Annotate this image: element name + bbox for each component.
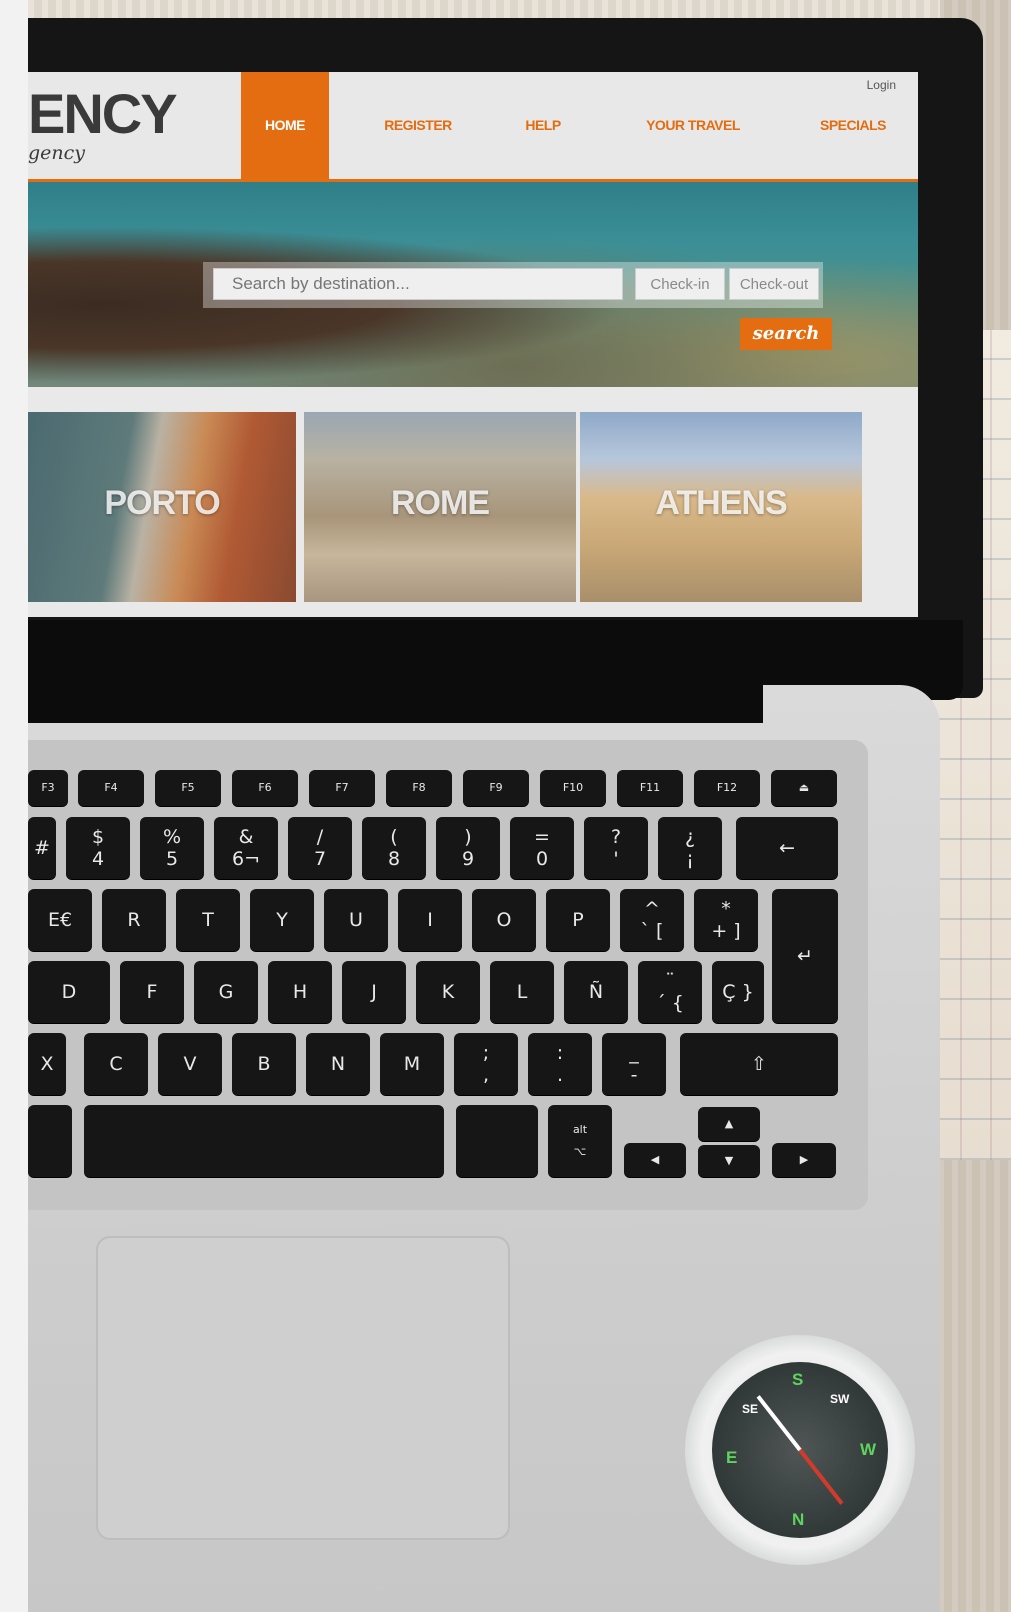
key-letter[interactable]: ^ ` [: [620, 889, 684, 951]
key-f8[interactable]: F8: [386, 770, 452, 806]
key-letter[interactable]: D: [28, 961, 110, 1023]
key-letter[interactable]: H: [268, 961, 332, 1023]
hero-banner: Check-in Check-out search: [28, 182, 918, 387]
space-key[interactable]: [84, 1105, 444, 1177]
key-f3[interactable]: F3: [28, 770, 68, 806]
search-button[interactable]: search: [740, 318, 832, 350]
key-letter[interactable]: C: [84, 1033, 148, 1095]
key-letter[interactable]: T: [176, 889, 240, 951]
destination-search-input[interactable]: [213, 268, 623, 300]
key-letter[interactable]: Y: [250, 889, 314, 951]
lid-edge: [28, 685, 763, 723]
key-f5[interactable]: F5: [155, 770, 221, 806]
key-number[interactable]: #: [28, 817, 56, 879]
compass: S N E W SW SE: [685, 1335, 915, 1565]
arrow-left-key[interactable]: ◀: [624, 1143, 686, 1177]
key-f12[interactable]: F12: [694, 770, 760, 806]
key-number[interactable]: $ 4: [66, 817, 130, 879]
key-letter[interactable]: I: [398, 889, 462, 951]
destination-card-athens[interactable]: ATHENS: [580, 412, 862, 602]
compass-se: SE: [742, 1402, 759, 1416]
key-letter[interactable]: G: [194, 961, 258, 1023]
site-tagline: gency: [28, 142, 86, 164]
key-letter[interactable]: L: [490, 961, 554, 1023]
trackpad[interactable]: [96, 1236, 510, 1540]
key-number[interactable]: ¿ ¡: [658, 817, 722, 879]
key-letter[interactable]: B: [232, 1033, 296, 1095]
check-out-field[interactable]: Check-out: [729, 268, 819, 300]
eject-key[interactable]: ⏏: [771, 770, 837, 806]
key-letter[interactable]: U: [324, 889, 388, 951]
destination-label: ROME: [391, 484, 490, 522]
enter-key[interactable]: ↵: [772, 889, 838, 1023]
command-key[interactable]: [456, 1105, 538, 1177]
nav-register[interactable]: REGISTER: [368, 72, 468, 179]
key-letter[interactable]: Ñ: [564, 961, 628, 1023]
key-number[interactable]: / 7: [288, 817, 352, 879]
key-f9[interactable]: F9: [463, 770, 529, 806]
key-letter[interactable]: Ç }: [712, 961, 764, 1023]
compass-north: S: [792, 1370, 804, 1389]
key-letter[interactable]: X: [28, 1033, 66, 1095]
key-letter[interactable]: N: [306, 1033, 370, 1095]
key-number[interactable]: ( 8: [362, 817, 426, 879]
site-header: ENCY gency HOME REGISTER HELP YOUR TRAVE…: [28, 72, 918, 182]
key-f11[interactable]: F11: [617, 770, 683, 806]
key-letter[interactable]: E€: [28, 889, 92, 951]
key-letter[interactable]: O: [472, 889, 536, 951]
key-letter[interactable]: K: [416, 961, 480, 1023]
compass-west: W: [860, 1440, 877, 1459]
compass-face: S N E W SW SE: [712, 1362, 888, 1538]
destination-label: ATHENS: [655, 484, 787, 522]
key-letter[interactable]: : .: [528, 1033, 592, 1095]
site-logo[interactable]: ENCY: [28, 86, 178, 142]
key-f6[interactable]: F6: [232, 770, 298, 806]
shift-key[interactable]: ⇧: [680, 1033, 838, 1095]
nav-help[interactable]: HELP: [508, 72, 578, 179]
destination-card-porto[interactable]: PORTO: [28, 412, 296, 602]
key-letter[interactable]: V: [158, 1033, 222, 1095]
key-f7[interactable]: F7: [309, 770, 375, 806]
key-letter[interactable]: * + ]: [694, 889, 758, 951]
key-number[interactable]: & 6¬: [214, 817, 278, 879]
key-f10[interactable]: F10: [540, 770, 606, 806]
compass-east: E: [726, 1448, 738, 1467]
key-number[interactable]: % 5: [140, 817, 204, 879]
key-letter[interactable]: F: [120, 961, 184, 1023]
alt-key[interactable]: alt ⌥: [548, 1105, 612, 1177]
compass-needle: [798, 1448, 844, 1505]
arrow-right-key[interactable]: ▶: [772, 1143, 836, 1177]
key-number[interactable]: ) 9: [436, 817, 500, 879]
key-letter[interactable]: M: [380, 1033, 444, 1095]
key-letter[interactable]: _ -: [602, 1033, 666, 1095]
arrow-up-key[interactable]: ▲: [698, 1107, 760, 1141]
destination-label: PORTO: [104, 484, 220, 522]
arrow-down-key[interactable]: ▼: [698, 1145, 760, 1177]
modifier-key[interactable]: [28, 1105, 72, 1177]
key-number[interactable]: ? ': [584, 817, 648, 879]
backspace-key[interactable]: ←: [736, 817, 838, 879]
key-letter[interactable]: J: [342, 961, 406, 1023]
compass-needle: [756, 1395, 802, 1452]
left-edge: [0, 0, 28, 1612]
check-in-field[interactable]: Check-in: [635, 268, 725, 300]
key-letter[interactable]: ; ,: [454, 1033, 518, 1095]
nav-your-travel[interactable]: YOUR TRAVEL: [633, 72, 753, 179]
nav-home[interactable]: HOME: [241, 72, 329, 179]
login-link[interactable]: Login: [867, 78, 896, 92]
laptop-screen: ENCY gency HOME REGISTER HELP YOUR TRAVE…: [28, 72, 918, 617]
key-letter[interactable]: P: [546, 889, 610, 951]
key-f4[interactable]: F4: [78, 770, 144, 806]
compass-south: N: [792, 1510, 805, 1529]
key-letter[interactable]: ¨ ´ {: [638, 961, 702, 1023]
search-panel: Check-in Check-out: [203, 262, 823, 308]
key-number[interactable]: = 0: [510, 817, 574, 879]
compass-sw: SW: [830, 1392, 850, 1406]
key-letter[interactable]: R: [102, 889, 166, 951]
destination-card-rome[interactable]: ROME: [304, 412, 576, 602]
